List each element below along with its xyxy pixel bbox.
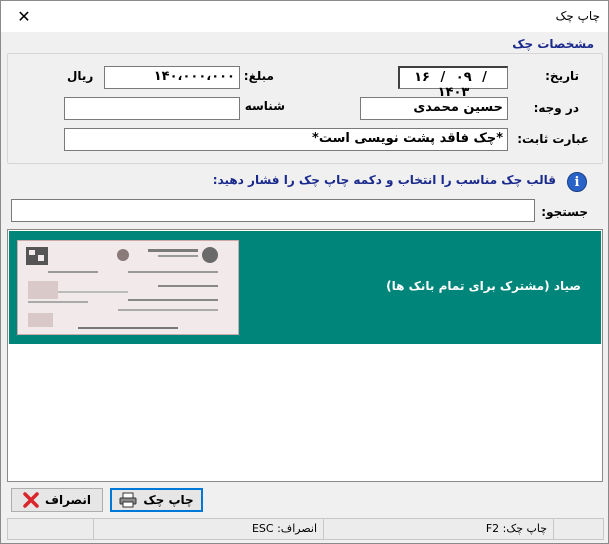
currency-label: ریال	[67, 69, 94, 83]
amount-label: مبلغ:	[243, 69, 274, 83]
payee-field[interactable]: حسین محمدی	[360, 97, 508, 120]
status-print-shortcut: چاپ چک: F2	[323, 519, 553, 539]
template-row-sayad[interactable]: صیاد (مشترک برای تمام بانک ها)	[9, 231, 601, 344]
amount-field[interactable]: ۱۴۰،۰۰۰،۰۰۰	[104, 66, 240, 89]
fixed-phrase-value: *چک فاقد پشت نویسی است*	[312, 131, 503, 146]
cancel-x-icon	[23, 492, 39, 508]
date-day: ۱۶	[414, 70, 430, 85]
template-list[interactable]: صیاد (مشترک برای تمام بانک ها)	[7, 229, 603, 482]
print-cheque-dialog: چاپ چک ✕ مشخصات چک تاریخ: ۱۶ / ۰۹ / ۱۴۰۳…	[0, 0, 609, 544]
status-pane-empty	[553, 519, 603, 539]
section-title: مشخصات چک	[512, 37, 594, 51]
fixed-phrase-field[interactable]: *چک فاقد پشت نویسی است*	[64, 128, 508, 151]
close-icon[interactable]: ✕	[1, 1, 47, 32]
template-label: صیاد (مشترک برای تمام بانک ها)	[386, 279, 581, 293]
date-label: تاریخ:	[545, 69, 579, 83]
print-label: چاپ چک	[143, 493, 194, 507]
info-icon: i	[567, 172, 587, 192]
cancel-label: انصراف	[45, 493, 91, 507]
date-month: ۰۹	[455, 70, 472, 85]
search-label: جستجو:	[541, 205, 588, 219]
national-id-field[interactable]	[64, 97, 240, 120]
instruction-text: قالب چک مناسب را انتخاب و دکمه چاپ چک را…	[212, 173, 556, 187]
window-title: چاپ چک	[555, 9, 600, 23]
cheque-thumbnail	[17, 240, 239, 335]
date-field[interactable]: ۱۶ / ۰۹ / ۱۴۰۳	[398, 66, 508, 100]
payee-value: حسین محمدی	[413, 100, 503, 115]
fixed-phrase-label: عبارت ثابت:	[517, 132, 589, 146]
date-separator: /	[482, 70, 487, 85]
status-cancel-shortcut: انصراف: ESC	[93, 519, 323, 539]
cancel-button[interactable]: انصراف	[11, 488, 103, 512]
title-bar: چاپ چک ✕	[1, 1, 608, 32]
status-bar: چاپ چک: F2 انصراف: ESC	[7, 518, 604, 540]
printer-icon	[119, 492, 137, 508]
search-input[interactable]	[11, 199, 535, 222]
payee-label: در وجه:	[533, 101, 579, 115]
cheque-preview-image	[18, 241, 238, 334]
print-cheque-button[interactable]: چاپ چک	[110, 488, 203, 512]
date-separator: /	[440, 70, 446, 85]
amount-value: ۱۴۰،۰۰۰،۰۰۰	[153, 69, 235, 84]
